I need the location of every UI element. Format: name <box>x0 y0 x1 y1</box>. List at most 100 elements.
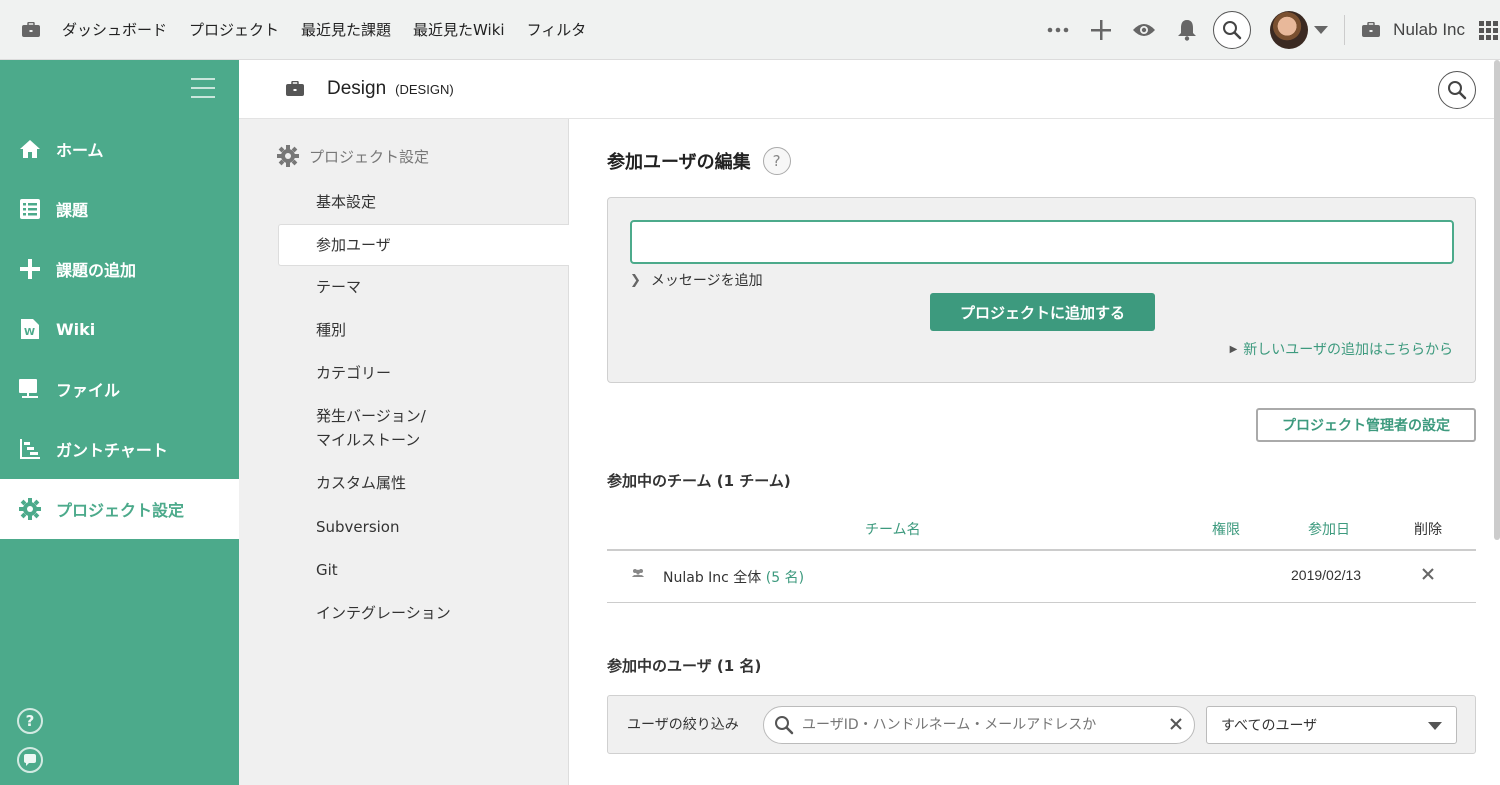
org-name: Nulab Inc <box>1393 20 1465 39</box>
plus-icon <box>1090 20 1111 40</box>
project-key: (DESIGN) <box>395 81 454 97</box>
nav-recent-issues[interactable]: 最近見た課題 <box>301 19 391 40</box>
search-circle <box>1213 11 1252 49</box>
add-button[interactable] <box>1079 0 1122 60</box>
settings-menu-title: プロジェクト設定 <box>277 145 429 167</box>
top-bar: ダッシュボード プロジェクト 最近見た課題 最近見たWiki フィルタ Nula… <box>0 0 1500 60</box>
global-nav: ダッシュボード プロジェクト 最近見た課題 最近見たWiki フィルタ <box>62 0 608 60</box>
sidebar-item-label: ファイル <box>56 381 121 400</box>
nav-projects[interactable]: プロジェクト <box>189 19 279 40</box>
nav-recent-wiki[interactable]: 最近見たWiki <box>413 19 505 40</box>
briefcase-icon <box>1362 22 1381 37</box>
project-name[interactable]: Design <box>327 78 386 100</box>
page-title: 参加ユーザの編集 ? <box>607 147 791 175</box>
add-user-input[interactable] <box>630 220 1454 264</box>
settings-item-integrations[interactable]: インテグレーション <box>316 601 606 625</box>
more-button[interactable] <box>1036 0 1079 60</box>
search-icon <box>775 716 794 735</box>
settings-item-basic[interactable]: 基本設定 <box>316 190 606 214</box>
top-right-tools: Nulab Inc <box>1036 0 1500 60</box>
space-home-button[interactable] <box>0 0 62 60</box>
briefcase-icon <box>22 21 40 37</box>
nav-filters[interactable]: フィルタ <box>527 19 587 40</box>
users-section-title: 参加中のユーザ (1 名) <box>607 657 762 675</box>
settings-item-versions[interactable]: 発生バージョン/ マイルストーン <box>316 404 606 452</box>
sidebar-item-label: 課題 <box>56 201 89 220</box>
more-dots-icon <box>1047 27 1068 33</box>
settings-item-issue-types[interactable]: 種別 <box>316 318 606 342</box>
folder-icon <box>18 377 42 401</box>
delete-team-button[interactable] <box>1422 565 1434 585</box>
gear-icon <box>277 145 299 167</box>
notifications-button[interactable] <box>1165 0 1208 60</box>
list-icon <box>18 197 42 221</box>
watch-button[interactable] <box>1122 0 1165 60</box>
main-content: 参加ユーザの編集 ? ❯ メッセージを追加 プロジェクトに追加する ▶ 新しいユ… <box>570 119 1500 785</box>
sidebar-item-issues[interactable]: 課題 <box>0 179 239 239</box>
filter-label: ユーザの絞り込み <box>627 717 739 733</box>
user-avatar[interactable] <box>1270 11 1309 49</box>
organization-switcher[interactable]: Nulab Inc <box>1361 20 1465 40</box>
column-team-name[interactable]: チーム名 <box>865 519 921 539</box>
team-name: Nulab Inc 全体 (5 名) <box>663 570 805 586</box>
sidebar-item-label: ホーム <box>56 141 104 160</box>
add-message-toggle[interactable]: ❯ メッセージを追加 <box>630 270 763 290</box>
clear-filter-button[interactable] <box>1170 715 1182 734</box>
project-header: Design (DESIGN) <box>239 60 1500 119</box>
sidebar-item-files[interactable]: ファイル <box>0 359 239 419</box>
sidebar-item-wiki[interactable]: W Wiki <box>0 299 239 359</box>
apps-grid-icon[interactable] <box>1479 20 1498 40</box>
settings-item-members[interactable]: 参加ユーザ <box>278 224 569 266</box>
column-joined-date[interactable]: 参加日 <box>1308 519 1350 539</box>
user-filter-input[interactable] <box>802 717 1157 733</box>
teams-section-title: 参加中のチーム (1 チーム) <box>607 472 791 490</box>
settings-item-custom-fields[interactable]: カスタム属性 <box>316 471 606 495</box>
page-scrollbar[interactable] <box>1494 60 1500 540</box>
settings-item-categories[interactable]: カテゴリー <box>316 361 606 385</box>
nav-dashboard[interactable]: ダッシュボード <box>62 19 167 40</box>
sidebar-item-label: Wiki <box>56 319 96 339</box>
column-delete: 削除 <box>1414 522 1442 538</box>
user-filter-search <box>763 706 1195 744</box>
briefcase-icon <box>286 81 304 96</box>
chevron-right-icon: ❯ <box>630 272 641 288</box>
menu-toggle-icon[interactable] <box>191 78 215 105</box>
settings-item-theme[interactable]: テーマ <box>316 275 606 299</box>
table-header: チーム名 権限 参加日 削除 <box>607 511 1476 551</box>
help-icon[interactable]: ? <box>762 147 791 175</box>
team-member-count-link[interactable]: (5 名) <box>766 570 804 586</box>
search-icon <box>1448 81 1467 100</box>
settings-menu: プロジェクト設定 基本設定 参加ユーザ テーマ 種別 カテゴリー 発生バージョン… <box>239 119 569 785</box>
column-permission[interactable]: 権限 <box>1212 519 1240 539</box>
wiki-icon: W <box>18 317 42 341</box>
project-admin-settings-button[interactable]: プロジェクト管理者の設定 <box>1256 408 1476 442</box>
sidebar-item-label: 課題の追加 <box>56 261 137 280</box>
chevron-down-icon[interactable] <box>1314 26 1329 34</box>
home-icon <box>18 137 42 161</box>
divider <box>1344 15 1346 45</box>
global-search-button[interactable] <box>1208 0 1256 60</box>
svg-text:W: W <box>24 327 35 338</box>
sidebar-item-label: プロジェクト設定 <box>56 501 185 520</box>
chevron-down-icon <box>1428 722 1442 730</box>
plus-icon <box>18 257 42 281</box>
team-icon <box>631 568 645 581</box>
project-search-button[interactable] <box>1438 71 1476 109</box>
sidebar-item-home[interactable]: ホーム <box>0 119 239 179</box>
new-user-link[interactable]: ▶ 新しいユーザの追加はこちらから <box>1230 339 1453 359</box>
user-type-select[interactable]: すべてのユーザ <box>1206 706 1457 744</box>
close-icon <box>1422 568 1434 580</box>
sidebar: ホーム 課題 課題の追加 W Wiki ファイル ガントチャート プロジェクト設… <box>0 60 239 785</box>
sidebar-item-gantt[interactable]: ガントチャート <box>0 419 239 479</box>
gantt-icon <box>18 437 42 461</box>
add-member-panel: ❯ メッセージを追加 プロジェクトに追加する ▶ 新しいユーザの追加はこちらから <box>607 197 1476 383</box>
sidebar-item-project-settings[interactable]: プロジェクト設定 <box>0 479 239 539</box>
settings-item-subversion[interactable]: Subversion <box>316 515 606 539</box>
help-icon[interactable]: ? <box>17 708 43 734</box>
chat-icon[interactable] <box>17 747 43 773</box>
team-joined-date: 2019/02/13 <box>1291 567 1362 583</box>
add-to-project-button[interactable]: プロジェクトに追加する <box>930 293 1155 331</box>
settings-item-git[interactable]: Git <box>316 558 606 582</box>
sidebar-item-add-issue[interactable]: 課題の追加 <box>0 239 239 299</box>
close-icon <box>1170 718 1182 730</box>
